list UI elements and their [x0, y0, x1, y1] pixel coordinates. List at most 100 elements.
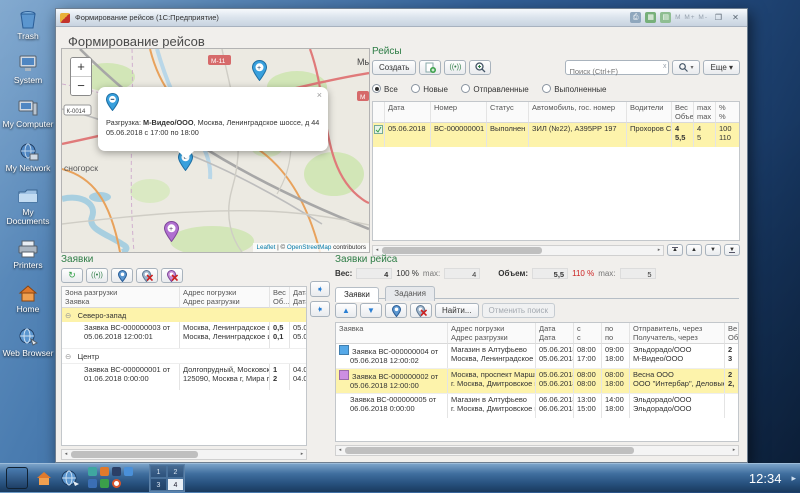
taskbar-home-icon[interactable] — [34, 468, 54, 488]
search-input[interactable] — [566, 65, 658, 78]
1c-app-icon — [60, 13, 70, 23]
map-view[interactable]: Химки сногорск Мы М-11 К-0014 М + − + + … — [61, 48, 370, 253]
cancel-search-button[interactable]: Отменить поиск — [482, 303, 556, 318]
requests-table[interactable]: Зона разгрузкиЗаявка Адрес погрузкиАдрес… — [61, 286, 307, 446]
pin-off-icon — [142, 270, 153, 282]
maximize-button[interactable]: ❐ — [712, 13, 725, 22]
tree-expander-icon[interactable]: ⊖ — [65, 352, 71, 361]
quick-launch-icons[interactable] — [88, 467, 135, 490]
create-by-copy-button[interactable] — [419, 60, 441, 75]
app-window: Формирование рейсов (1С:Предприятие) ⎙ ▦… — [55, 8, 748, 463]
arrow-down-icon: ▼ — [367, 306, 375, 315]
popup-close-icon[interactable]: × — [317, 90, 322, 100]
map-marker-blue-plus[interactable]: + — [252, 60, 267, 81]
move-to-trip-button[interactable]: ➧ — [310, 281, 330, 297]
svg-text:+: + — [169, 226, 173, 233]
window-titlebar[interactable]: Формирование рейсов (1С:Предприятие) ⎙ ▦… — [56, 9, 747, 27]
request-row[interactable]: Заявка ВС-000000003 от05.06.2018 12:00:0… — [62, 322, 306, 349]
desktop-icon-my-documents[interactable]: My Documents — [0, 186, 56, 226]
show-pin-button[interactable] — [385, 303, 407, 318]
filter-done[interactable]: Выполненные — [542, 79, 615, 96]
popup-schedule: 05.06.2018 с 17:00 по 18:00 — [106, 128, 199, 137]
print-icon[interactable]: ⎙ — [630, 12, 641, 23]
popup-text: Разгрузка: М-Видео/ООО, Москва, Ленингра… — [106, 118, 320, 137]
home-icon — [17, 283, 39, 303]
radio-icon — [461, 84, 470, 93]
trip-request-row[interactable]: Заявка ВС-000000005 от06.06.2018 0:00:00… — [336, 394, 738, 418]
desktop-pager[interactable]: 1 2 3 4 — [149, 464, 185, 492]
more-button[interactable]: Еще ▾ — [703, 60, 740, 75]
filter-new[interactable]: Новые — [411, 79, 457, 96]
zoom-to-object-button[interactable] — [469, 60, 491, 75]
show-pin-button[interactable] — [111, 268, 133, 283]
radio-checked-icon — [372, 84, 381, 93]
search-clear-icon[interactable]: x — [663, 63, 667, 70]
zone-group-row[interactable]: ⊖ Северо-запад — [62, 308, 306, 322]
desktop-icon-my-network[interactable]: My Network — [0, 142, 56, 173]
magnifier-icon — [679, 63, 688, 72]
filter-sent[interactable]: Отправленные — [461, 79, 537, 96]
trips-table[interactable]: Дата Номер Статус Автомобиль, гос. номер… — [372, 101, 740, 241]
volume-value: 5,5 — [532, 268, 568, 279]
map-marker-purple-plus[interactable]: + — [164, 221, 179, 242]
move-down-button[interactable]: ▼ — [360, 303, 382, 318]
map-zoom-out-button[interactable]: − — [71, 77, 91, 95]
tab-requests[interactable]: Заявки — [335, 287, 379, 302]
desktop-icon-printers[interactable]: Printers — [0, 239, 56, 270]
taskbar-expand-icon[interactable]: ▸ — [791, 473, 800, 484]
osm-link[interactable]: OpenStreetMap — [287, 244, 331, 251]
tab-tasks[interactable]: Задания — [385, 286, 435, 301]
close-button[interactable]: ✕ — [729, 13, 742, 22]
move-from-trip-button[interactable]: ➧ — [310, 301, 330, 317]
desktop-icon-my-computer[interactable]: My Computer — [0, 98, 56, 129]
desktop-icon-home[interactable]: Home — [0, 283, 56, 314]
pager-desktop-2[interactable]: 2 — [167, 465, 184, 478]
trip-request-row[interactable]: Заявка ВС-000000004 от05.06.2018 12:00:0… — [336, 344, 738, 369]
printer-icon — [17, 239, 39, 259]
request-row[interactable]: Заявка ВС-000000001 от01.06.2018 0:00:00… — [62, 364, 306, 390]
calendar-icon[interactable]: ▦ — [645, 12, 656, 23]
pager-desktop-3[interactable]: 3 — [150, 478, 167, 491]
weight-percent: 100 % — [396, 269, 419, 278]
trips-search-field[interactable]: x — [565, 60, 669, 75]
show-on-map-button[interactable]: ((•)) — [444, 60, 466, 75]
taskbar-browser-icon[interactable] — [60, 468, 80, 488]
refresh-button[interactable]: ↻ — [61, 268, 83, 283]
folder-icon — [17, 186, 39, 206]
trip-requests-panel: Заявки рейса Вес: 4 100 % max: 4 Объем: … — [335, 254, 739, 454]
broadcast-icon: ((•)) — [91, 269, 103, 282]
pager-desktop-1[interactable]: 1 — [150, 465, 167, 478]
create-trip-button[interactable]: Создать — [372, 60, 416, 75]
volume-percent-over: 110 % — [572, 269, 594, 278]
trip-requests-table[interactable]: Заявка Адрес погрузкиАдрес разгрузки Дат… — [335, 322, 739, 442]
trip-requests-title: Заявки рейса — [335, 254, 739, 265]
calculator-icon[interactable]: ▤ — [660, 12, 671, 23]
trip-doc-icon — [374, 125, 383, 134]
trip-row[interactable]: 05.06.2018 ВС-000000001 Выполнен ЗИЛ (№2… — [373, 123, 739, 147]
trip-requests-hscrollbar[interactable]: ◂▸ — [335, 445, 739, 456]
start-menu-icon[interactable] — [6, 467, 28, 489]
hide-pin-button[interactable] — [410, 303, 432, 318]
broadcast-button[interactable]: ((•)) — [86, 268, 108, 283]
trip-request-row-selected[interactable]: Заявка ВС-000000002 от05.06.2018 12:00:0… — [336, 369, 738, 394]
route-color-swatch — [339, 345, 349, 355]
zone-group-row[interactable]: ⊖ Центр — [62, 349, 306, 364]
desktop-icon-web-browser[interactable]: Web Browser — [0, 327, 56, 358]
map-zoom-in-button[interactable]: + — [71, 58, 91, 77]
calculator-memory-buttons[interactable]: M M+ M- — [675, 14, 708, 21]
hide-all-pins-button[interactable] — [161, 268, 183, 283]
leaflet-link[interactable]: Leaflet — [256, 244, 275, 251]
tree-expander-icon[interactable]: ⊖ — [65, 311, 71, 320]
pager-desktop-4[interactable]: 4 — [167, 478, 184, 491]
desktop-icon-trash[interactable]: Trash — [0, 10, 56, 41]
move-up-button[interactable]: ▲ — [335, 303, 357, 318]
filter-all[interactable]: Все — [372, 79, 407, 96]
search-button[interactable]: ▾ — [672, 60, 700, 75]
radio-icon — [411, 84, 420, 93]
taskbar-clock[interactable]: 12:34 — [749, 471, 792, 486]
requests-hscrollbar[interactable]: ◂▸ — [61, 449, 307, 460]
trip-status-filter: Все Новые Отправленные Выполненные — [372, 79, 740, 97]
desktop-icon-system[interactable]: System — [0, 54, 56, 85]
find-button[interactable]: Найти... — [435, 303, 479, 318]
hide-pin-button[interactable] — [136, 268, 158, 283]
